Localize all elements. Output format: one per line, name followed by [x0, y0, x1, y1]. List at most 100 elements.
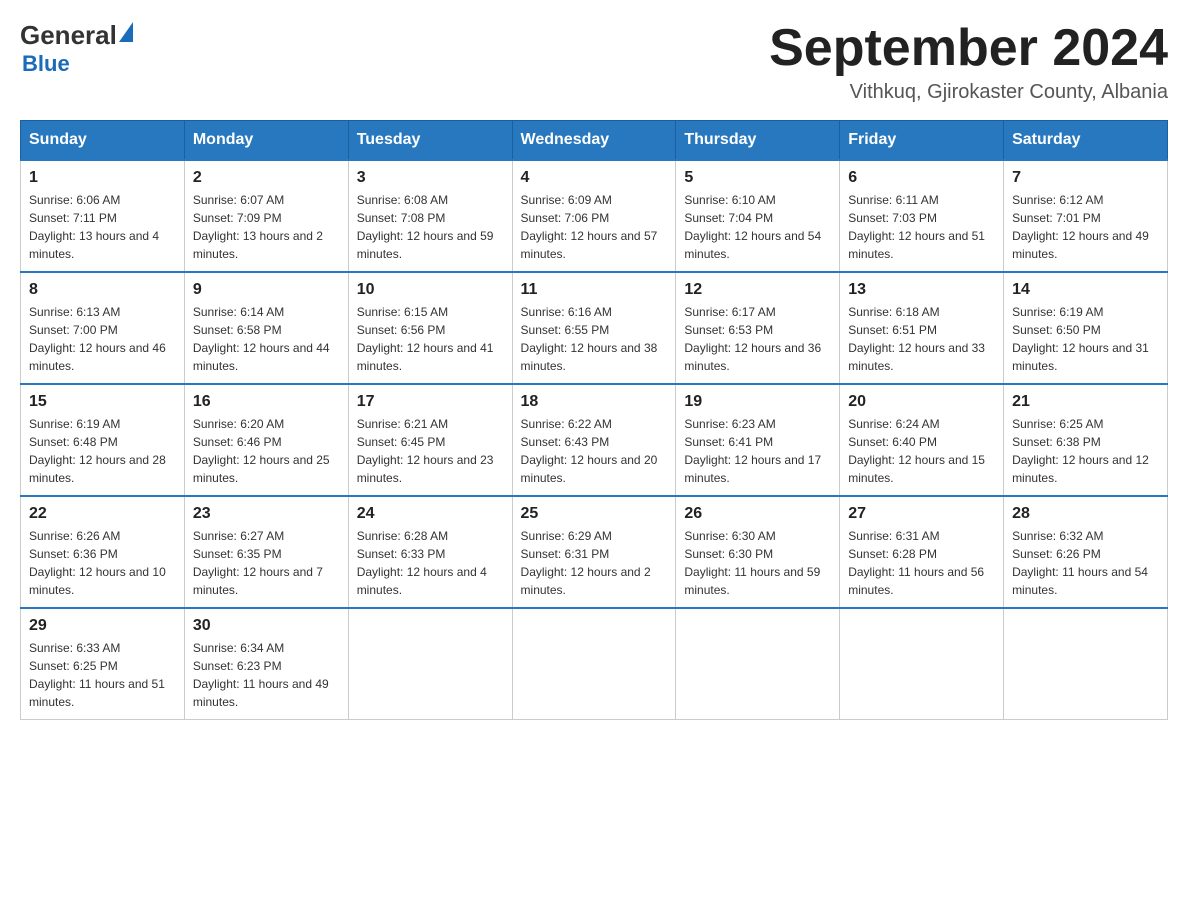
day-number: 7 — [1012, 169, 1159, 187]
calendar-cell: 21 Sunrise: 6:25 AM Sunset: 6:38 PM Dayl… — [1004, 384, 1168, 496]
day-info: Sunrise: 6:16 AM Sunset: 6:55 PM Dayligh… — [521, 303, 668, 375]
calendar-cell: 19 Sunrise: 6:23 AM Sunset: 6:41 PM Dayl… — [676, 384, 840, 496]
day-info: Sunrise: 6:29 AM Sunset: 6:31 PM Dayligh… — [521, 527, 668, 599]
day-info: Sunrise: 6:10 AM Sunset: 7:04 PM Dayligh… — [684, 191, 831, 263]
day-info: Sunrise: 6:15 AM Sunset: 6:56 PM Dayligh… — [357, 303, 504, 375]
day-number: 11 — [521, 281, 668, 299]
day-number: 22 — [29, 505, 176, 523]
day-number: 24 — [357, 505, 504, 523]
logo-triangle-icon — [119, 22, 133, 42]
day-number: 23 — [193, 505, 340, 523]
calendar-cell: 5 Sunrise: 6:10 AM Sunset: 7:04 PM Dayli… — [676, 160, 840, 272]
calendar-cell: 4 Sunrise: 6:09 AM Sunset: 7:06 PM Dayli… — [512, 160, 676, 272]
day-info: Sunrise: 6:14 AM Sunset: 6:58 PM Dayligh… — [193, 303, 340, 375]
day-info: Sunrise: 6:20 AM Sunset: 6:46 PM Dayligh… — [193, 415, 340, 487]
calendar-cell: 8 Sunrise: 6:13 AM Sunset: 7:00 PM Dayli… — [21, 272, 185, 384]
calendar-cell: 22 Sunrise: 6:26 AM Sunset: 6:36 PM Dayl… — [21, 496, 185, 608]
day-info: Sunrise: 6:32 AM Sunset: 6:26 PM Dayligh… — [1012, 527, 1159, 599]
calendar-cell: 3 Sunrise: 6:08 AM Sunset: 7:08 PM Dayli… — [348, 160, 512, 272]
calendar-week-row: 1 Sunrise: 6:06 AM Sunset: 7:11 PM Dayli… — [21, 160, 1168, 272]
page-header: General Blue September 2024 Vithkuq, Gji… — [20, 20, 1168, 104]
calendar-week-row: 15 Sunrise: 6:19 AM Sunset: 6:48 PM Dayl… — [21, 384, 1168, 496]
calendar-week-row: 8 Sunrise: 6:13 AM Sunset: 7:00 PM Dayli… — [21, 272, 1168, 384]
logo-blue-text: Blue — [22, 51, 133, 77]
logo: General Blue — [20, 20, 133, 77]
col-tuesday: Tuesday — [348, 121, 512, 161]
day-info: Sunrise: 6:28 AM Sunset: 6:33 PM Dayligh… — [357, 527, 504, 599]
calendar-cell: 29 Sunrise: 6:33 AM Sunset: 6:25 PM Dayl… — [21, 608, 185, 720]
calendar-cell: 17 Sunrise: 6:21 AM Sunset: 6:45 PM Dayl… — [348, 384, 512, 496]
calendar-cell: 2 Sunrise: 6:07 AM Sunset: 7:09 PM Dayli… — [184, 160, 348, 272]
day-number: 15 — [29, 393, 176, 411]
calendar-cell: 13 Sunrise: 6:18 AM Sunset: 6:51 PM Dayl… — [840, 272, 1004, 384]
day-number: 19 — [684, 393, 831, 411]
day-info: Sunrise: 6:06 AM Sunset: 7:11 PM Dayligh… — [29, 191, 176, 263]
calendar-cell: 18 Sunrise: 6:22 AM Sunset: 6:43 PM Dayl… — [512, 384, 676, 496]
calendar-cell: 16 Sunrise: 6:20 AM Sunset: 6:46 PM Dayl… — [184, 384, 348, 496]
calendar-cell: 15 Sunrise: 6:19 AM Sunset: 6:48 PM Dayl… — [21, 384, 185, 496]
calendar-cell: 14 Sunrise: 6:19 AM Sunset: 6:50 PM Dayl… — [1004, 272, 1168, 384]
calendar-cell: 27 Sunrise: 6:31 AM Sunset: 6:28 PM Dayl… — [840, 496, 1004, 608]
logo-general-text: General — [20, 20, 117, 51]
calendar-cell: 30 Sunrise: 6:34 AM Sunset: 6:23 PM Dayl… — [184, 608, 348, 720]
day-number: 13 — [848, 281, 995, 299]
col-friday: Friday — [840, 121, 1004, 161]
day-info: Sunrise: 6:13 AM Sunset: 7:00 PM Dayligh… — [29, 303, 176, 375]
day-info: Sunrise: 6:27 AM Sunset: 6:35 PM Dayligh… — [193, 527, 340, 599]
calendar-cell — [348, 608, 512, 720]
day-number: 30 — [193, 617, 340, 635]
day-info: Sunrise: 6:31 AM Sunset: 6:28 PM Dayligh… — [848, 527, 995, 599]
calendar-cell: 26 Sunrise: 6:30 AM Sunset: 6:30 PM Dayl… — [676, 496, 840, 608]
day-number: 16 — [193, 393, 340, 411]
day-number: 10 — [357, 281, 504, 299]
calendar-cell: 25 Sunrise: 6:29 AM Sunset: 6:31 PM Dayl… — [512, 496, 676, 608]
calendar-cell: 6 Sunrise: 6:11 AM Sunset: 7:03 PM Dayli… — [840, 160, 1004, 272]
day-info: Sunrise: 6:19 AM Sunset: 6:50 PM Dayligh… — [1012, 303, 1159, 375]
calendar-cell: 24 Sunrise: 6:28 AM Sunset: 6:33 PM Dayl… — [348, 496, 512, 608]
day-info: Sunrise: 6:33 AM Sunset: 6:25 PM Dayligh… — [29, 639, 176, 711]
col-thursday: Thursday — [676, 121, 840, 161]
location-title: Vithkuq, Gjirokaster County, Albania — [769, 81, 1168, 104]
calendar-cell: 12 Sunrise: 6:17 AM Sunset: 6:53 PM Dayl… — [676, 272, 840, 384]
calendar-cell: 20 Sunrise: 6:24 AM Sunset: 6:40 PM Dayl… — [840, 384, 1004, 496]
day-number: 5 — [684, 169, 831, 187]
day-info: Sunrise: 6:22 AM Sunset: 6:43 PM Dayligh… — [521, 415, 668, 487]
calendar-cell: 23 Sunrise: 6:27 AM Sunset: 6:35 PM Dayl… — [184, 496, 348, 608]
day-info: Sunrise: 6:25 AM Sunset: 6:38 PM Dayligh… — [1012, 415, 1159, 487]
day-info: Sunrise: 6:11 AM Sunset: 7:03 PM Dayligh… — [848, 191, 995, 263]
day-info: Sunrise: 6:17 AM Sunset: 6:53 PM Dayligh… — [684, 303, 831, 375]
month-title: September 2024 — [769, 20, 1168, 77]
calendar-cell: 9 Sunrise: 6:14 AM Sunset: 6:58 PM Dayli… — [184, 272, 348, 384]
day-number: 4 — [521, 169, 668, 187]
day-info: Sunrise: 6:08 AM Sunset: 7:08 PM Dayligh… — [357, 191, 504, 263]
day-number: 20 — [848, 393, 995, 411]
calendar-cell — [512, 608, 676, 720]
day-info: Sunrise: 6:23 AM Sunset: 6:41 PM Dayligh… — [684, 415, 831, 487]
day-info: Sunrise: 6:30 AM Sunset: 6:30 PM Dayligh… — [684, 527, 831, 599]
calendar-cell: 1 Sunrise: 6:06 AM Sunset: 7:11 PM Dayli… — [21, 160, 185, 272]
title-section: September 2024 Vithkuq, Gjirokaster Coun… — [769, 20, 1168, 104]
day-number: 18 — [521, 393, 668, 411]
day-info: Sunrise: 6:09 AM Sunset: 7:06 PM Dayligh… — [521, 191, 668, 263]
day-number: 28 — [1012, 505, 1159, 523]
day-number: 12 — [684, 281, 831, 299]
calendar-cell: 28 Sunrise: 6:32 AM Sunset: 6:26 PM Dayl… — [1004, 496, 1168, 608]
col-wednesday: Wednesday — [512, 121, 676, 161]
calendar-week-row: 22 Sunrise: 6:26 AM Sunset: 6:36 PM Dayl… — [21, 496, 1168, 608]
day-number: 26 — [684, 505, 831, 523]
day-number: 6 — [848, 169, 995, 187]
calendar-table: Sunday Monday Tuesday Wednesday Thursday… — [20, 120, 1168, 720]
col-sunday: Sunday — [21, 121, 185, 161]
col-monday: Monday — [184, 121, 348, 161]
calendar-cell — [676, 608, 840, 720]
day-info: Sunrise: 6:21 AM Sunset: 6:45 PM Dayligh… — [357, 415, 504, 487]
col-saturday: Saturday — [1004, 121, 1168, 161]
calendar-week-row: 29 Sunrise: 6:33 AM Sunset: 6:25 PM Dayl… — [21, 608, 1168, 720]
day-info: Sunrise: 6:12 AM Sunset: 7:01 PM Dayligh… — [1012, 191, 1159, 263]
day-info: Sunrise: 6:07 AM Sunset: 7:09 PM Dayligh… — [193, 191, 340, 263]
calendar-cell: 10 Sunrise: 6:15 AM Sunset: 6:56 PM Dayl… — [348, 272, 512, 384]
day-number: 2 — [193, 169, 340, 187]
calendar-cell: 7 Sunrise: 6:12 AM Sunset: 7:01 PM Dayli… — [1004, 160, 1168, 272]
calendar-cell — [840, 608, 1004, 720]
day-number: 1 — [29, 169, 176, 187]
